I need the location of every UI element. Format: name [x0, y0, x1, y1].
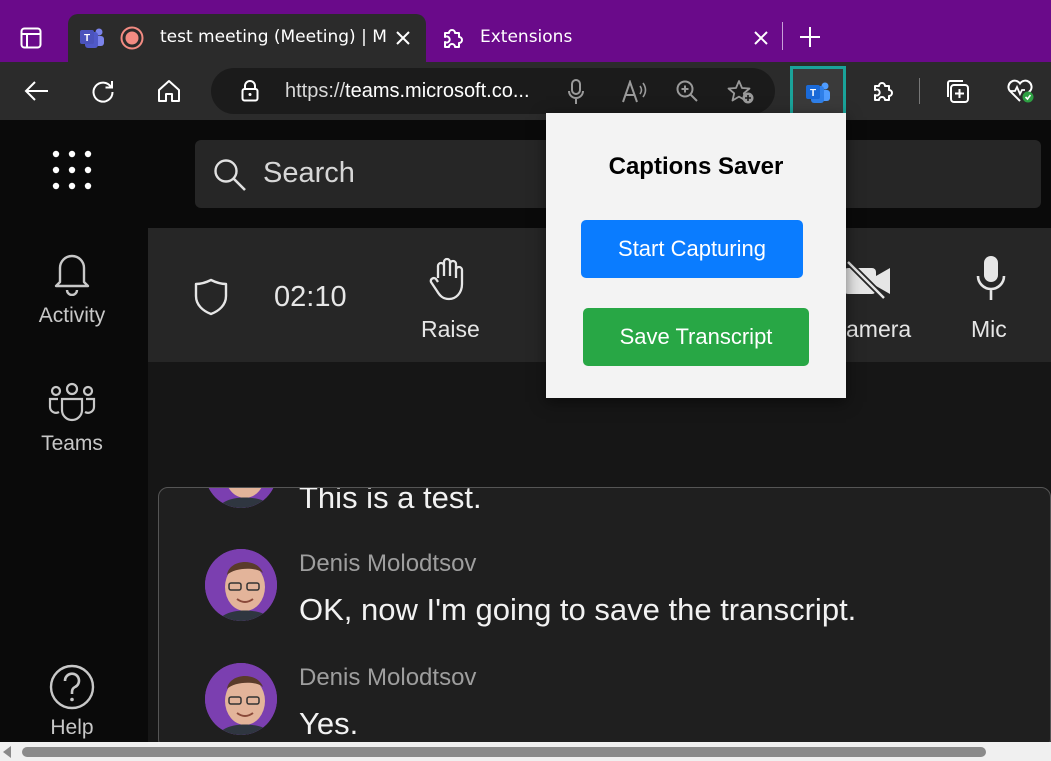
url-scheme: https://: [285, 80, 346, 102]
camera-label: amera: [846, 316, 912, 342]
avatar: [205, 549, 277, 621]
read-aloud-icon[interactable]: [621, 80, 647, 104]
toolbar-divider: [919, 78, 920, 104]
teams-app-rail: Activity Teams Help: [0, 120, 148, 742]
mic-label: Mic: [971, 316, 1007, 342]
lock-icon[interactable]: [241, 80, 259, 102]
search-icon: [213, 158, 247, 192]
camera-button[interactable]: amera: [838, 250, 918, 350]
rail-item-label: Activity: [38, 304, 106, 327]
tab-divider: [782, 22, 783, 50]
meeting-timer: 02:10: [274, 281, 347, 313]
teams-extension-icon: T: [806, 80, 832, 106]
recording-icon: [120, 26, 144, 50]
search-placeholder: Search: [263, 157, 355, 189]
help-icon: [49, 664, 95, 710]
captions-saver-extension-button[interactable]: T: [790, 66, 846, 120]
start-capturing-button[interactable]: Start Capturing: [581, 220, 803, 278]
puzzle-icon: [440, 25, 466, 51]
teams-favicon-icon: T: [80, 26, 106, 50]
new-tab-icon[interactable]: [798, 25, 822, 49]
popup-title: Captions Saver: [608, 153, 784, 180]
tab-actions-icon[interactable]: [20, 27, 42, 49]
svg-text:T: T: [810, 88, 816, 99]
save-transcript-button[interactable]: Save Transcript: [583, 308, 809, 366]
address-bar[interactable]: https://teams.microsoft.co...: [211, 68, 775, 114]
tab-teams-meeting[interactable]: T test meeting (Meeting) | Mic: [68, 14, 426, 62]
favorites-add-icon[interactable]: [727, 79, 755, 105]
refresh-icon[interactable]: [86, 74, 120, 108]
rail-item-label: Help: [50, 716, 94, 739]
caption-text: This is a test.: [299, 487, 482, 515]
scroll-left-icon[interactable]: [2, 746, 12, 758]
caption-speaker: Denis Molodtsov: [299, 664, 477, 691]
scrollbar-thumb[interactable]: [22, 747, 986, 757]
caption-text: Yes.: [299, 706, 359, 741]
svg-text:T: T: [84, 33, 90, 44]
tab-title: Extensions: [480, 27, 573, 47]
caption-speaker: Denis Molodtsov: [299, 550, 477, 577]
microphone-icon: [974, 254, 1008, 302]
url-text[interactable]: https://teams.microsoft.co...: [285, 80, 530, 103]
close-tab-icon[interactable]: [394, 29, 412, 47]
back-icon[interactable]: [20, 74, 54, 108]
captions-saver-popup: Captions Saver Start Capturing Save Tran…: [546, 113, 846, 398]
avatar: [205, 663, 277, 735]
rail-item-label: Teams: [41, 432, 103, 455]
horizontal-scrollbar[interactable]: [0, 742, 1051, 761]
shield-icon[interactable]: [194, 278, 228, 316]
tab-strip: T test meeting (Meeting) | Mic Extension…: [0, 0, 1051, 62]
camera-off-icon: [842, 260, 894, 300]
bell-icon: [52, 250, 92, 296]
captions-panel[interactable]: This is a test. Denis Molodtsov OK, now …: [158, 487, 1051, 749]
raise-hand-button[interactable]: Raise: [410, 250, 488, 350]
browser-essentials-icon[interactable]: [1004, 74, 1038, 108]
zoom-icon[interactable]: [675, 79, 699, 103]
raise-hand-icon: [428, 256, 468, 302]
extensions-icon[interactable]: [866, 74, 900, 108]
mic-button[interactable]: Mic: [960, 250, 1024, 350]
app-launcher-icon[interactable]: [52, 150, 92, 190]
url-host: teams.microsoft.co...: [345, 80, 530, 102]
microphone-icon[interactable]: [567, 79, 585, 105]
browser-toolbar: https://teams.microsoft.co... T: [0, 62, 1051, 120]
close-tab-icon[interactable]: [752, 29, 770, 47]
caption-text: OK, now I'm going to save the transcript…: [299, 592, 857, 627]
raise-label: Raise: [421, 316, 480, 342]
home-icon[interactable]: [152, 74, 186, 108]
collections-icon[interactable]: [940, 74, 974, 108]
avatar: [205, 488, 277, 508]
tab-extensions[interactable]: Extensions: [432, 14, 782, 62]
teams-icon: [48, 382, 96, 422]
tab-title: test meeting (Meeting) | Mic: [160, 27, 386, 47]
